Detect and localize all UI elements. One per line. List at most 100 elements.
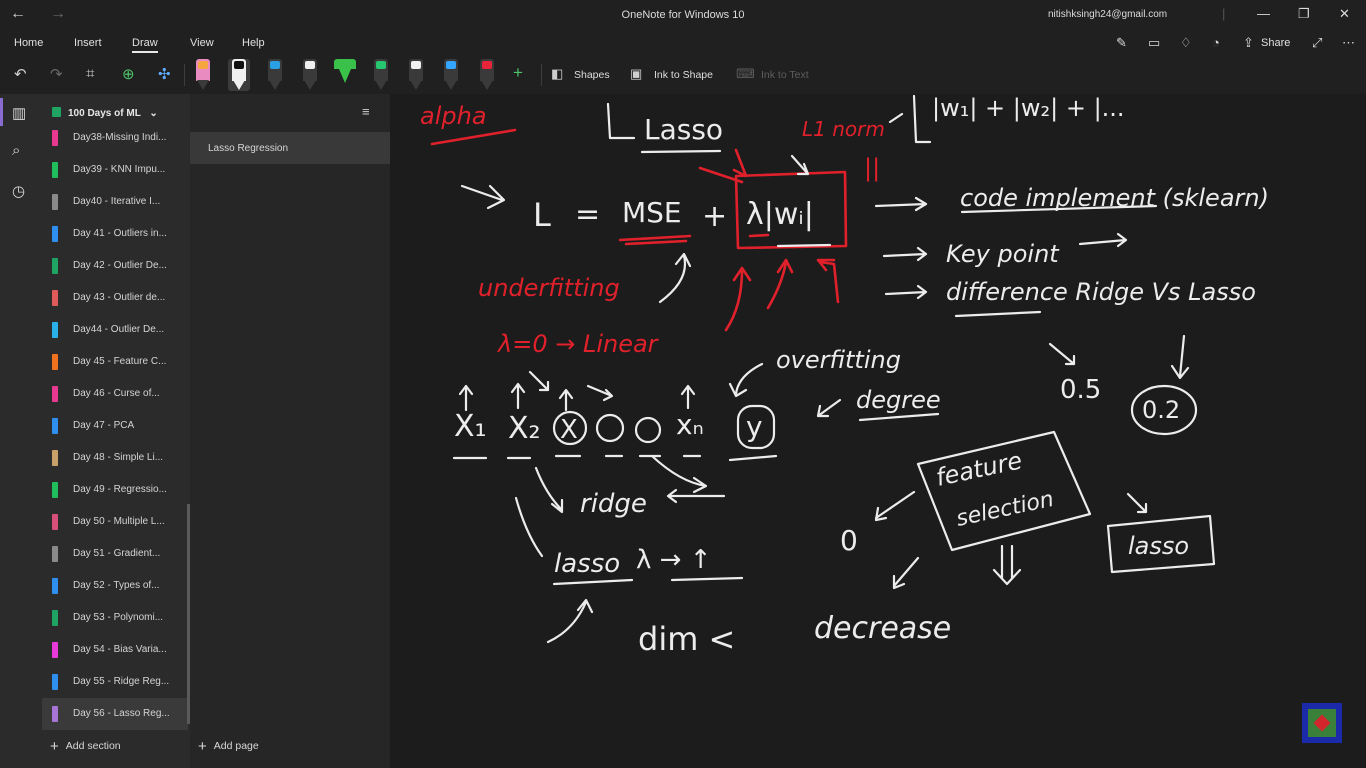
- eraser-icon[interactable]: ✣: [158, 65, 171, 83]
- section-item[interactable]: Day44 - Outlier De...: [42, 314, 188, 346]
- section-label: Day40 - Iterative I...: [73, 196, 161, 207]
- section-item[interactable]: Day 55 - Ridge Reg...: [42, 666, 188, 698]
- arrow-stroke: [728, 362, 764, 398]
- arrow-stroke: [514, 496, 544, 558]
- section-item[interactable]: Day 42 - Outlier De...: [42, 250, 188, 282]
- section-item[interactable]: Day 47 - PCA: [42, 410, 188, 442]
- arrow-stroke: [882, 246, 928, 262]
- loss-equals: =: [575, 197, 600, 232]
- shapes-icon[interactable]: ◧: [551, 66, 563, 82]
- lasso-underline: [640, 149, 722, 154]
- navigation-rail: ▥ ⌕ ◷: [0, 94, 42, 768]
- account-email[interactable]: nitishksingh24@gmail.com: [1048, 9, 1167, 20]
- section-color-swatch: [52, 354, 58, 370]
- section-item[interactable]: Day 45 - Feature C...: [42, 346, 188, 378]
- section-color-swatch: [52, 162, 58, 178]
- pen-tool-3[interactable]: [264, 59, 286, 91]
- share-button[interactable]: Share: [1261, 37, 1290, 49]
- value-0-5: 0.5: [1060, 375, 1101, 405]
- ink-to-shape-icon[interactable]: ▣: [630, 66, 642, 82]
- fullscreen-icon[interactable]: ⤢: [1312, 35, 1322, 51]
- section-item[interactable]: Day 48 - Simple Li...: [42, 442, 188, 474]
- undo-icon[interactable]: ↶: [14, 65, 27, 83]
- section-item[interactable]: Day 56 - Lasso Reg...: [42, 698, 188, 730]
- lambda-underline: [748, 233, 770, 238]
- more-icon[interactable]: ⋯: [1342, 35, 1355, 51]
- ink-to-shape-button[interactable]: Ink to Shape: [654, 69, 713, 81]
- section-item[interactable]: Day 50 - Multiple L...: [42, 506, 188, 538]
- pen-tool-6[interactable]: [405, 59, 427, 91]
- add-page-button[interactable]: + Add page: [198, 738, 259, 755]
- loss-penalty: λ|wᵢ|: [746, 197, 814, 232]
- tab-draw[interactable]: Draw: [132, 37, 158, 53]
- section-label: Day 51 - Gradient...: [73, 548, 161, 559]
- minimize-icon[interactable]: —: [1257, 6, 1270, 21]
- difference-underline: [954, 310, 1042, 318]
- highlighter-tool[interactable]: [334, 59, 356, 91]
- share-icon[interactable]: ⇪: [1243, 35, 1254, 51]
- lasso-select-icon[interactable]: ⌗: [86, 65, 94, 82]
- penalty-underline: [776, 243, 832, 248]
- pen-tool-7[interactable]: [440, 59, 462, 91]
- tab-insert[interactable]: Insert: [74, 37, 102, 49]
- notebook-selector[interactable]: 100 Days of ML ⌄: [52, 107, 158, 119]
- section-item[interactable]: Day 54 - Bias Varia...: [42, 634, 188, 666]
- arrow-stroke: [658, 252, 692, 304]
- alpha-underline: [430, 128, 517, 146]
- arrow-stroke: [528, 370, 550, 392]
- arrow-stroke: [586, 384, 614, 402]
- section-item[interactable]: Day 41 - Outliers in...: [42, 218, 188, 250]
- pen-tool-4[interactable]: [299, 59, 321, 91]
- restore-icon[interactable]: ❐: [1298, 6, 1310, 22]
- zero-text: 0: [840, 524, 858, 557]
- arrow-stroke: [816, 398, 842, 418]
- recent-icon[interactable]: ◷: [12, 182, 25, 200]
- bell-icon[interactable]: ◔: [1212, 35, 1220, 50]
- section-item[interactable]: Day 49 - Regressio...: [42, 474, 188, 506]
- sort-icon[interactable]: ≡: [362, 104, 370, 119]
- section-item[interactable]: Day 52 - Types of...: [42, 570, 188, 602]
- ribbon-tabs: Home Insert Draw View Help ✎ ▭ ♢ ◔ ⇪ Sha…: [0, 30, 1366, 56]
- ink-drawing: alpha Lasso L1 norm |w₁| + |w₂| + |... L…: [420, 94, 1269, 658]
- add-space-icon[interactable]: ⊕: [122, 65, 135, 83]
- tab-help[interactable]: Help: [242, 37, 265, 49]
- ink-to-text-button[interactable]: Ink to Text: [761, 69, 809, 81]
- circle-mark: [634, 416, 662, 444]
- section-label: Day 53 - Polynomi...: [73, 612, 164, 623]
- plus-icon: +: [50, 738, 59, 755]
- lambda-up-text: λ → ↑: [636, 545, 712, 575]
- arrow-stroke: [558, 388, 574, 412]
- add-pen-icon[interactable]: +: [513, 63, 523, 83]
- section-item[interactable]: Day 43 - Outlier de...: [42, 282, 188, 314]
- tab-home[interactable]: Home: [14, 37, 43, 49]
- ink-to-text-icon[interactable]: ⌨: [736, 66, 755, 82]
- arrow-stroke: [874, 196, 928, 212]
- pen-tool-5[interactable]: [370, 59, 392, 91]
- shapes-button[interactable]: Shapes: [574, 69, 610, 81]
- tab-view[interactable]: View: [190, 37, 214, 49]
- lightbulb-icon[interactable]: ♢: [1180, 35, 1192, 51]
- pen-tool-8[interactable]: [476, 59, 498, 91]
- draw-toolbar: ↶ ↷ ⌗ ⊕ ✣ + ◧ Shapes ▣ Ink to Shape ⌨ In…: [0, 56, 1366, 94]
- add-section-button[interactable]: + Add section: [50, 738, 121, 755]
- close-icon[interactable]: ✕: [1339, 6, 1350, 22]
- pen-tool-1[interactable]: [192, 59, 214, 91]
- red-pipes: ||: [864, 154, 880, 182]
- section-item[interactable]: Day38-Missing Indi...: [42, 122, 188, 154]
- notebooks-icon[interactable]: ▥: [12, 104, 26, 122]
- section-item[interactable]: Day 53 - Polynomi...: [42, 602, 188, 634]
- section-color-swatch: [52, 418, 58, 434]
- page-view-icon[interactable]: ▭: [1148, 35, 1160, 51]
- section-label: Day 54 - Bias Varia...: [73, 644, 167, 655]
- sticky-notes-icon[interactable]: ✎: [1116, 35, 1127, 51]
- pen-tool-2[interactable]: [228, 59, 250, 91]
- redo-icon[interactable]: ↷: [50, 65, 63, 83]
- lasso-lower-text: lasso: [554, 549, 620, 579]
- section-item[interactable]: Day40 - Iterative I...: [42, 186, 188, 218]
- section-item[interactable]: Day 51 - Gradient...: [42, 538, 188, 570]
- section-item[interactable]: Day 46 - Curse of...: [42, 378, 188, 410]
- page-item-lasso-regression[interactable]: Lasso Regression: [190, 132, 390, 164]
- search-icon[interactable]: ⌕: [12, 142, 20, 159]
- section-item[interactable]: Day39 - KNN Impu...: [42, 154, 188, 186]
- note-canvas[interactable]: alpha Lasso L1 norm |w₁| + |w₂| + |... L…: [390, 94, 1366, 768]
